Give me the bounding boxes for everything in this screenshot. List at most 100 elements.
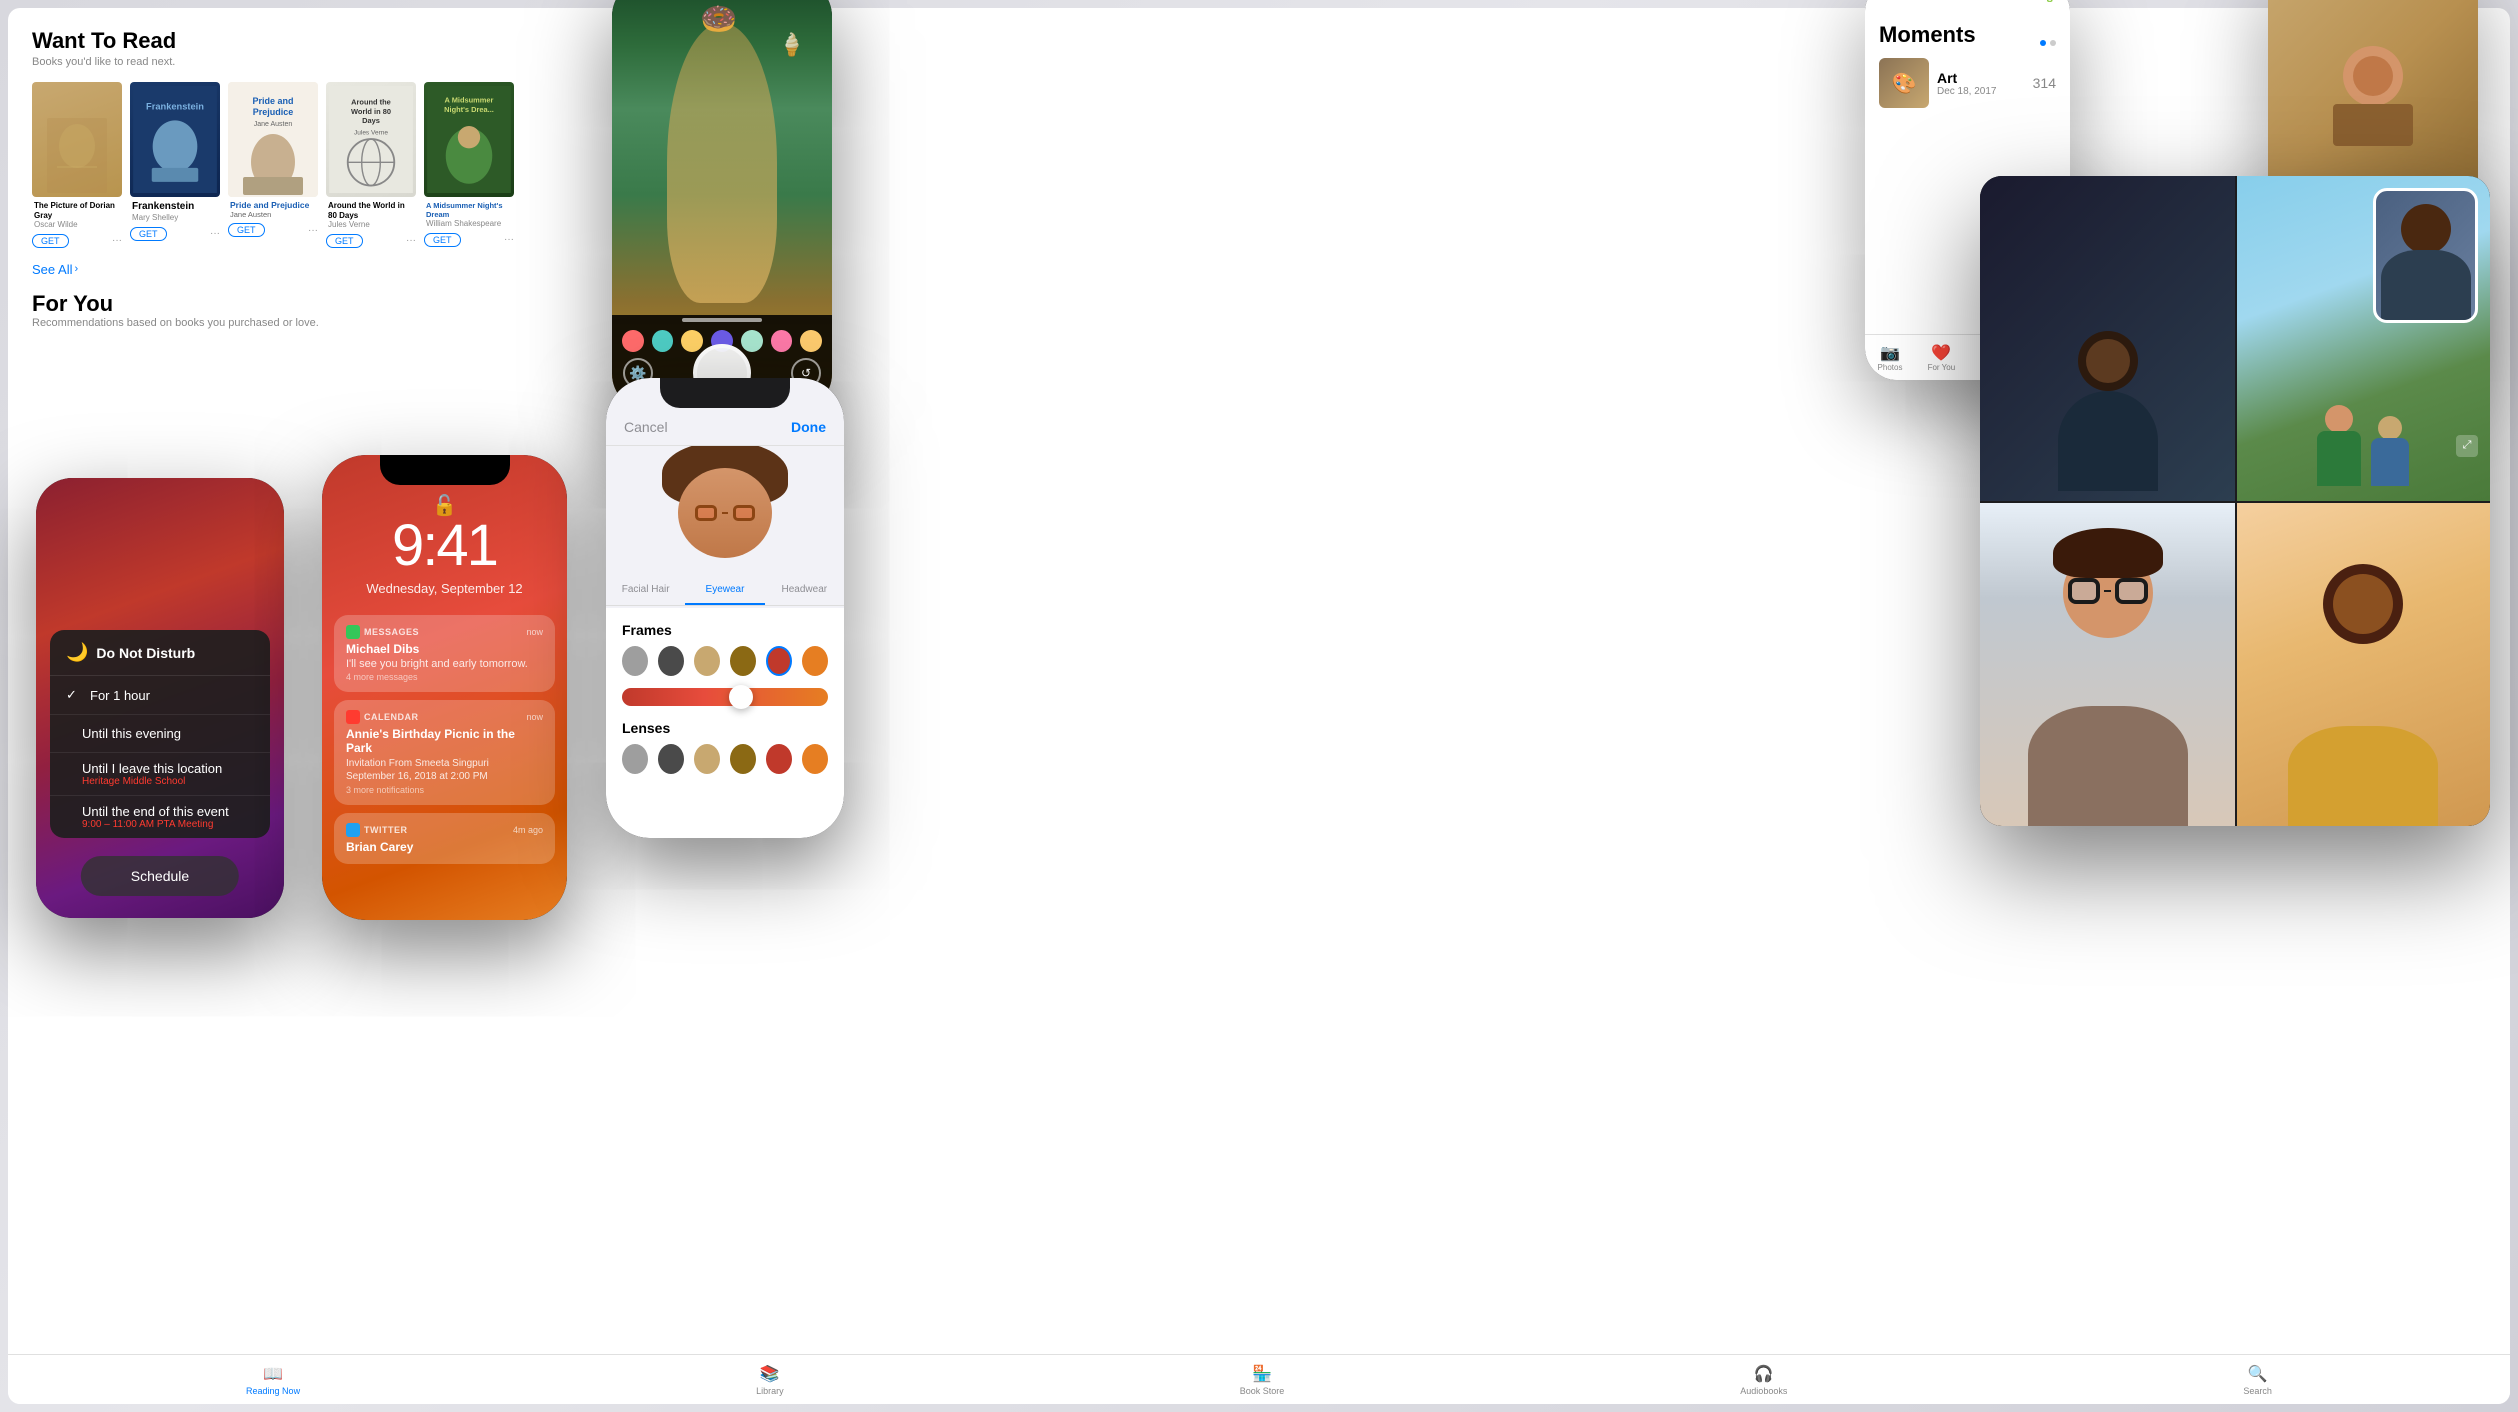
- book-actions-2: GET ···: [130, 227, 220, 241]
- memoji-face: [678, 468, 772, 558]
- book-card-2: Frankenstein Frankenstein Mary Shelley G…: [130, 82, 220, 248]
- lenses-color-row: [622, 744, 828, 774]
- book-actions-3: GET ···: [228, 223, 318, 237]
- book-cover-oscar: [32, 82, 122, 197]
- notif-app-twitter: TWITTER: [364, 825, 408, 835]
- book-card-3: Pride and Prejudice Jane Austen Pride an…: [228, 82, 318, 248]
- tab-facial-hair[interactable]: Facial Hair: [606, 576, 685, 605]
- book-actions-1: GET ···: [32, 234, 122, 248]
- slider-thumb[interactable]: [729, 685, 753, 709]
- memoji-lens-right: [733, 505, 755, 521]
- woman-head: [2063, 548, 2153, 638]
- moment-name: Art: [1937, 70, 2025, 86]
- schedule-button[interactable]: Schedule: [81, 856, 239, 896]
- notif-card-messages[interactable]: MESSAGES now Michael Dibs I'll see you b…: [334, 615, 555, 692]
- woman-figure: [1980, 534, 2235, 827]
- dnd-option-evening[interactable]: Until this evening: [50, 715, 270, 753]
- dots-btn-3[interactable]: ···: [308, 225, 318, 236]
- done-button[interactable]: Done: [791, 419, 826, 435]
- get-btn-3[interactable]: GET: [228, 223, 265, 237]
- book-cover-pride: Pride and Prejudice Jane Austen: [228, 82, 318, 197]
- dnd-option-event[interactable]: Until the end of this event 9:00 – 11:00…: [50, 796, 270, 838]
- book-cover-world: Around the World in 80 Days Jules Verne: [326, 82, 416, 197]
- lens-color-5[interactable]: [766, 744, 792, 774]
- notif-sender-calendar: Annie's Birthday Picnic in the Park: [346, 727, 543, 755]
- dnd-1hour-label: For 1 hour: [90, 688, 150, 703]
- checkmark-icon: ✓: [66, 687, 82, 703]
- get-btn-2[interactable]: GET: [130, 227, 167, 241]
- lens-color-6[interactable]: [802, 744, 828, 774]
- hiker1-body: [2317, 431, 2361, 486]
- book-title-4: Around the World in 80 Days: [326, 201, 416, 220]
- notif-card-twitter[interactable]: TWITTER 4m ago Brian Carey: [334, 813, 555, 864]
- notif-msg-calendar: Invitation From Smeeta SingpuriSeptember…: [346, 757, 543, 783]
- frame-color-3[interactable]: [694, 646, 720, 676]
- lens-color-3[interactable]: [694, 744, 720, 774]
- tab-photos[interactable]: 📷 Photos: [1878, 343, 1903, 372]
- cancel-button[interactable]: Cancel: [624, 419, 668, 435]
- dots-btn-2[interactable]: ···: [210, 228, 220, 239]
- memoji-editor-content: Frames Lenses: [606, 608, 844, 838]
- iphone-memoji-screen: Cancel Done Facial Hair: [606, 378, 844, 838]
- for-you-title: For You: [32, 291, 570, 317]
- moon-icon: 🌙: [66, 642, 88, 663]
- notif-card-calendar[interactable]: CALENDAR now Annie's Birthday Picnic in …: [334, 700, 555, 805]
- frame-color-6[interactable]: [802, 646, 828, 676]
- lens-color-1[interactable]: [622, 744, 648, 774]
- facetime-self-view: [2373, 188, 2478, 323]
- ipad-facetime-device: ⤢: [1980, 176, 2490, 826]
- expand-icon[interactable]: ⤢: [2456, 435, 2478, 457]
- woman-nose-bridge: [2104, 590, 2111, 592]
- dots-btn-1[interactable]: ···: [112, 235, 122, 246]
- dnd-option-1hour[interactable]: ✓ For 1 hour: [50, 676, 270, 715]
- notif-sender-messages: Michael Dibs: [346, 642, 543, 656]
- man-head-inner: [2086, 339, 2130, 383]
- photo-icon: 📷: [1878, 343, 1903, 363]
- frame-color-1[interactable]: [622, 646, 648, 676]
- dots-btn-4[interactable]: ···: [406, 235, 416, 246]
- dnd-location-label: Until I leave this location: [82, 761, 254, 776]
- lens-color-4[interactable]: [730, 744, 756, 774]
- memoji-nose-bridge: [722, 512, 728, 514]
- dnd-option-location[interactable]: Until I leave this location Heritage Mid…: [50, 753, 270, 796]
- lens-color-2[interactable]: [658, 744, 684, 774]
- svg-text:Frankenstein: Frankenstein: [146, 101, 204, 111]
- book-title-5: A Midsummer Night's Dream: [424, 201, 514, 219]
- frame-color-4[interactable]: [730, 646, 756, 676]
- book-cover-frank: Frankenstein: [130, 82, 220, 197]
- notif-app-row-twitter: TWITTER: [346, 823, 408, 837]
- tab-eyewear[interactable]: Eyewear: [685, 576, 764, 605]
- hiker2-head: [2378, 416, 2402, 440]
- get-btn-5[interactable]: GET: [424, 233, 461, 247]
- dot-1: [2050, 40, 2056, 46]
- frame-color-5-selected[interactable]: [766, 646, 792, 676]
- tab-for-you[interactable]: ❤️ For You: [1928, 343, 1956, 372]
- iphone-dnd-device: 🌙 Do Not Disturb ✓ For 1 hour Until this…: [36, 478, 284, 918]
- iphone-notif-device: 🔓 9:41 Wednesday, September 12 MESSAGES …: [322, 455, 567, 920]
- woman2-content: [2235, 501, 2490, 826]
- get-btn-4[interactable]: GET: [326, 234, 363, 248]
- frames-label: Frames: [622, 622, 828, 638]
- book-author-4: Jules Verne: [326, 220, 416, 230]
- woman2-head-outer: [2323, 564, 2403, 644]
- frame-color-2[interactable]: [658, 646, 684, 676]
- man-body: [2058, 391, 2158, 491]
- notif-more-messages: 4 more messages: [346, 672, 543, 682]
- dnd-header: 🌙 Do Not Disturb: [50, 630, 270, 676]
- notif-app-row: MESSAGES: [346, 625, 419, 639]
- hiker2-body: [2371, 438, 2409, 486]
- ipad-books-device: Want To Read Books you'd like to read ne…: [0, 0, 570, 430]
- tab-headwear[interactable]: Headwear: [765, 576, 844, 605]
- moment-info: Art Dec 18, 2017: [1937, 70, 2025, 97]
- notif-card-header-calendar: CALENDAR now: [346, 710, 543, 724]
- heart-icon: ❤️: [1928, 343, 1956, 363]
- books-subtitle: Books you'd like to read next.: [32, 56, 570, 68]
- color-slider-container: [622, 688, 828, 706]
- color-slider[interactable]: [622, 688, 828, 706]
- dots-btn-5[interactable]: ···: [504, 234, 514, 245]
- get-btn-1[interactable]: GET: [32, 234, 69, 248]
- see-all-button[interactable]: See All ›: [32, 262, 570, 277]
- memoji-avatar: [670, 456, 780, 566]
- dot-indicators: [2040, 40, 2056, 46]
- book-author-5: William Shakespeare: [424, 219, 514, 229]
